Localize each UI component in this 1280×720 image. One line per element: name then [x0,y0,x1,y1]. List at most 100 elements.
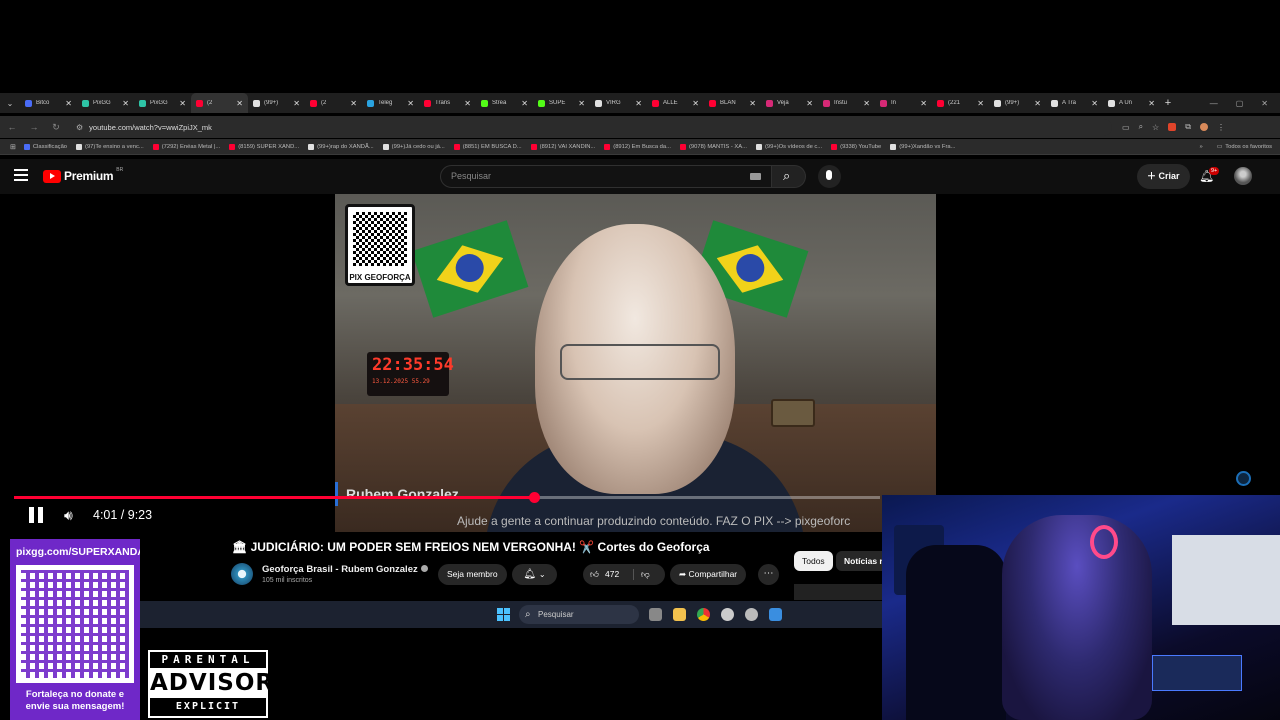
tab-close-icon[interactable]: ✕ [236,99,243,108]
chip-all[interactable]: Todos [794,551,833,571]
tab-close-icon[interactable]: ✕ [749,99,756,108]
share-button[interactable]: ➦ Compartilhar [670,564,747,585]
avatar[interactable] [1234,167,1252,185]
browser-tab[interactable]: SUPE ✕ [533,93,590,113]
tab-close-icon[interactable]: ✕ [692,99,699,108]
tab-close-icon[interactable]: ✕ [977,99,984,108]
all-bookmarks-folder[interactable]: ▭ Todos os favoritos [1217,144,1272,150]
dislike-button[interactable]: 👎︎ [641,564,650,585]
join-membership-button[interactable]: Seja membro [438,564,507,585]
apps-grid-icon[interactable]: ⊞ [10,143,16,151]
bookmark-item[interactable]: (99+)Já cedo ou já... [382,143,445,150]
browser-tab[interactable]: Instu ✕ [818,93,875,113]
tab-close-icon[interactable]: ✕ [464,99,471,108]
recommended-thumbnail[interactable] [794,584,882,600]
windows-start-icon[interactable] [497,608,510,621]
voice-search-button[interactable] [818,165,841,188]
browser-tab[interactable]: (99+) ✕ [989,93,1046,113]
minimize-icon[interactable]: — [1210,99,1218,108]
app-icon[interactable] [721,608,734,621]
zoom-icon[interactable]: ⌕ [1139,122,1143,132]
tab-close-icon[interactable]: ✕ [578,99,585,108]
browser-tab[interactable]: PixGG ✕ [77,93,134,113]
tab-close-icon[interactable]: ✕ [920,99,927,108]
tab-close-icon[interactable]: ✕ [863,99,870,108]
keyboard-icon[interactable] [750,173,761,180]
browser-tab[interactable]: (2 ✕ [191,93,248,113]
like-button[interactable]: 👍︎ [590,564,599,585]
bookmark-star-icon[interactable]: ☆ [1152,123,1159,132]
bookmark-item[interactable]: (99+)Os vídeos de c... [755,143,822,150]
tab-close-icon[interactable]: ✕ [1034,99,1041,108]
channel-avatar[interactable] [231,563,253,585]
tab-close-icon[interactable]: ✕ [1091,99,1098,108]
new-tab-button[interactable]: + [1160,97,1176,109]
progress-scrubber[interactable] [528,492,540,503]
video-progress-bar[interactable] [14,492,880,503]
search-input[interactable]: Pesquisar [440,165,772,188]
subscribed-notifications-button[interactable]: 🔔︎ ⌄ [512,564,557,585]
tab-close-icon[interactable]: ✕ [1148,99,1155,108]
search-button[interactable]: ⌕ [772,165,806,188]
tab-close-icon[interactable]: ✕ [65,99,72,108]
chip-news[interactable]: Notícias r [836,551,882,571]
more-actions-button[interactable]: ⋯ [758,564,779,585]
bookmark-item[interactable]: (97)Te ensino a venc... [76,143,144,150]
browser-tab[interactable]: (99+) ✕ [248,93,305,113]
back-icon[interactable]: ← [6,122,18,132]
tab-close-icon[interactable]: ✕ [407,99,414,108]
extension-icon-red[interactable] [1168,123,1177,131]
browser-tab[interactable]: Veja ✕ [761,93,818,113]
bookmark-item[interactable]: (8851) EM BUSCA D... [453,143,522,150]
photos-icon[interactable] [769,608,782,621]
bookmark-item[interactable]: (9078) MANTIS - XA... [679,143,747,150]
bookmark-item[interactable]: (7292) Enéas Metal |... [152,143,220,150]
tab-close-icon[interactable]: ✕ [350,99,357,108]
close-window-icon[interactable]: ✕ [1261,99,1268,108]
browser-tab[interactable]: VIRG ✕ [590,93,647,113]
tab-close-icon[interactable]: ✕ [806,99,813,108]
forward-icon[interactable]: → [28,122,40,132]
site-info-icon[interactable]: ⚙ [76,123,83,132]
bookmark-item[interactable]: (99+)rap do XANDÃ... [308,143,374,150]
chrome-icon[interactable] [697,608,710,621]
tab-close-icon[interactable]: ✕ [293,99,300,108]
browser-tab[interactable]: ALLE ✕ [647,93,704,113]
reload-icon[interactable]: ↻ [50,122,62,133]
browser-tab[interactable]: BLAN ✕ [704,93,761,113]
cast-icon[interactable]: ▭ [1122,123,1130,132]
bookmark-item[interactable]: (8159) SUPER XAND... [229,143,299,150]
tab-close-icon[interactable]: ✕ [521,99,528,108]
profile-icon[interactable] [1199,123,1208,131]
settings-gear-icon[interactable] [745,608,758,621]
menu-hamburger-icon[interactable] [14,169,28,184]
bookmark-item[interactable]: (8912) VAI XANDIN... [530,143,595,150]
browser-tab[interactable]: Bitco ✕ [20,93,77,113]
volume-icon[interactable]: 🔊︎ [64,507,73,524]
browser-tab[interactable]: (2 ✕ [305,93,362,113]
bookmark-item[interactable]: (99+)Xandão vs Fra... [890,143,955,150]
browser-tab[interactable]: A Tra ✕ [1046,93,1103,113]
extensions-puzzle-icon[interactable]: ⧉ [1185,122,1191,132]
bookmarks-overflow-icon[interactable]: » [1200,144,1203,150]
file-explorer-icon[interactable] [673,608,686,621]
pause-button[interactable] [28,507,44,523]
browser-menu-icon[interactable]: ⋮ [1217,123,1225,132]
browser-tab[interactable]: Teleg ✕ [362,93,419,113]
tab-close-icon[interactable]: ✕ [122,99,129,108]
create-button[interactable]: ＋ Criar [1137,164,1190,189]
youtube-premium-logo[interactable]: Premium BR [43,167,123,183]
tab-search-chevron-icon[interactable]: ⌄ [0,99,20,108]
video-player[interactable]: PIX GEOFORÇA 22:35:54 13.12.2025 55.29 R… [335,194,936,532]
bookmark-item[interactable]: Classificação [23,143,67,150]
tab-close-icon[interactable]: ✕ [179,99,186,108]
bookmark-item[interactable]: (8912) Em Busca da... [604,143,671,150]
browser-tab[interactable]: PixGG ✕ [134,93,191,113]
tab-close-icon[interactable]: ✕ [635,99,642,108]
browser-tab[interactable]: In ✕ [875,93,932,113]
task-view-icon[interactable] [649,608,662,621]
browser-tab[interactable]: (221 ✕ [932,93,989,113]
browser-tab[interactable]: Strea ✕ [476,93,533,113]
browser-tab[interactable]: A Ún ✕ [1103,93,1160,113]
bookmark-item[interactable]: (9338) YouTube [831,143,881,150]
